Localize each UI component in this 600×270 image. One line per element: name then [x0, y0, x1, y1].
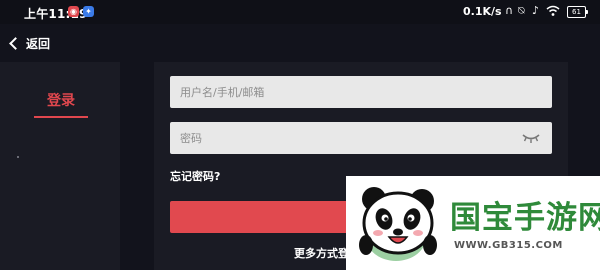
- tab-login[interactable]: 登录: [34, 90, 88, 118]
- back-label: 返回: [26, 36, 51, 51]
- headphones-icon: ∩: [505, 4, 514, 17]
- username-field[interactable]: 用户名/手机/邮箱: [170, 76, 552, 108]
- watermark-title: 国宝手游网: [450, 200, 600, 236]
- tab-login-label: 登录: [47, 93, 75, 109]
- notification-app-icon-2: ✦: [83, 6, 94, 17]
- mute-icon: ♪: [532, 4, 540, 17]
- back-button[interactable]: 返回: [8, 32, 50, 54]
- password-field[interactable]: 密码: [170, 122, 552, 154]
- chevron-left-icon: [9, 36, 22, 50]
- forgot-password-link[interactable]: 忘记密码?: [170, 168, 220, 184]
- watermark-url: WWW.GB315.COM: [454, 240, 563, 251]
- network-speed: 0.1K/s: [463, 5, 502, 18]
- panda-logo: [359, 187, 437, 261]
- divider-dot: [17, 156, 19, 158]
- notification-app-icon: ◉: [68, 6, 79, 17]
- watermark: 国宝手游网 WWW.GB315.COM: [346, 176, 600, 270]
- password-placeholder: 密码: [180, 132, 202, 145]
- sidebar: 登录: [0, 62, 120, 270]
- nav-bar: 返回: [0, 24, 600, 62]
- alarm-muted-icon: ⍉: [518, 4, 525, 17]
- more-login-methods-link[interactable]: 更多方式登: [294, 245, 349, 261]
- wifi-icon: [546, 5, 560, 16]
- username-placeholder: 用户名/手机/邮箱: [180, 86, 265, 99]
- status-bar: 上午11:19 ◉ ✦ 0.1K/s ∩ ⍉ ♪ 61: [0, 0, 600, 24]
- tab-active-indicator: [34, 116, 88, 118]
- battery-icon: 61: [567, 6, 588, 18]
- eye-closed-icon[interactable]: [522, 131, 540, 145]
